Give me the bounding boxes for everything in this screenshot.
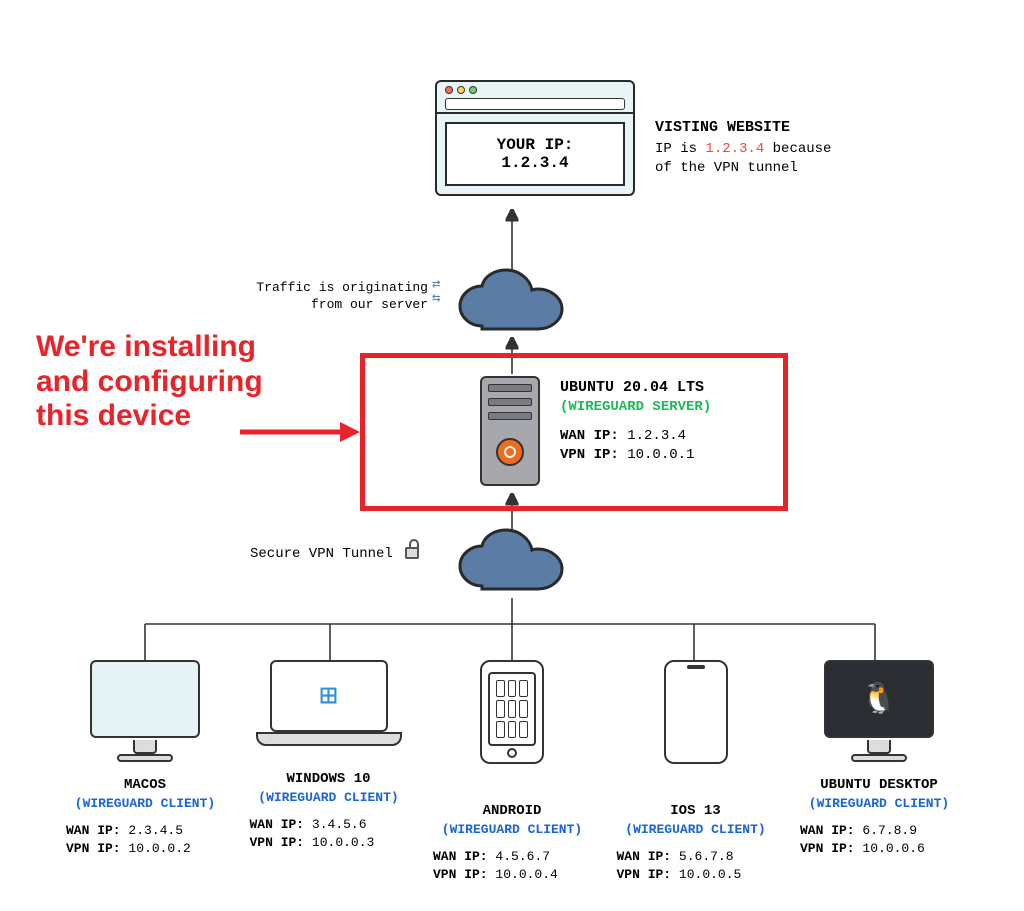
client-ios: IOS 13 (WIREGUARD CLIENT) WAN IP: 5.6.7.… bbox=[611, 660, 781, 884]
installation-callout: We're installing and configuring this de… bbox=[36, 330, 263, 434]
imac-icon bbox=[90, 660, 200, 738]
client-name: MACOS bbox=[60, 776, 230, 795]
website-browser-window: YOUR IP: 1.2.3.4 bbox=[435, 80, 635, 196]
client-macos: MACOS (WIREGUARD CLIENT) WAN IP: 2.3.4.5… bbox=[60, 660, 230, 884]
url-bar bbox=[445, 98, 625, 110]
client-role: (WIREGUARD CLIENT) bbox=[611, 821, 781, 839]
tux-logo-icon: 🐧 bbox=[826, 662, 932, 740]
client-vpn-ip: 10.0.0.6 bbox=[862, 841, 924, 856]
browser-ip-value: 1.2.3.4 bbox=[453, 154, 617, 172]
client-role: (WIREGUARD CLIENT) bbox=[244, 789, 414, 807]
laptop-icon: ⊞ bbox=[270, 660, 388, 732]
client-vpn-ip: 10.0.0.3 bbox=[312, 835, 374, 850]
server-role: (WIREGUARD SERVER) bbox=[560, 398, 711, 417]
client-windows: ⊞ WINDOWS 10 (WIREGUARD CLIENT) WAN IP: … bbox=[244, 660, 414, 884]
windows-logo-icon: ⊞ bbox=[272, 662, 386, 734]
server-vpn-ip: 10.0.0.1 bbox=[627, 447, 694, 463]
client-vpn-ip: 10.0.0.2 bbox=[128, 841, 190, 856]
client-wan-ip: 2.3.4.5 bbox=[128, 823, 183, 838]
window-controls bbox=[445, 86, 625, 94]
maximize-icon bbox=[469, 86, 477, 94]
callout-arrow-icon bbox=[240, 422, 360, 442]
browser-ip-label: YOUR IP: bbox=[453, 136, 617, 154]
lock-icon bbox=[405, 547, 419, 559]
server-wan-ip: 1.2.3.4 bbox=[627, 428, 686, 444]
vpn-tunnel-label: Secure VPN Tunnel bbox=[250, 546, 419, 562]
website-annotation-title: VISTING WEBSITE bbox=[655, 118, 831, 138]
apple-logo-icon bbox=[666, 662, 726, 762]
website-annotation: VISTING WEBSITE IP is 1.2.3.4 because of… bbox=[655, 118, 831, 178]
client-name: UBUNTU DESKTOP bbox=[794, 776, 964, 795]
client-wan-ip: 4.5.6.7 bbox=[495, 849, 550, 864]
close-icon bbox=[445, 86, 453, 94]
client-wan-ip: 3.4.5.6 bbox=[312, 817, 367, 832]
cloud-icon bbox=[452, 526, 572, 609]
highlighted-ip: 1.2.3.4 bbox=[705, 141, 764, 157]
client-name: WINDOWS 10 bbox=[244, 770, 414, 789]
client-name: ANDROID bbox=[427, 802, 597, 821]
client-vpn-ip: 10.0.0.4 bbox=[495, 867, 557, 882]
client-role: (WIREGUARD CLIENT) bbox=[60, 795, 230, 813]
server-info: UBUNTU 20.04 LTS (WIREGUARD SERVER) WAN … bbox=[560, 378, 711, 465]
server-icon bbox=[480, 376, 540, 486]
client-ubuntu-desktop: 🐧 UBUNTU DESKTOP (WIREGUARD CLIENT) WAN … bbox=[794, 660, 964, 884]
client-wan-ip: 5.6.7.8 bbox=[679, 849, 734, 864]
client-role: (WIREGUARD CLIENT) bbox=[794, 795, 964, 813]
minimize-icon bbox=[457, 86, 465, 94]
clients-row: MACOS (WIREGUARD CLIENT) WAN IP: 2.3.4.5… bbox=[60, 660, 964, 884]
android-phone-icon bbox=[480, 660, 544, 764]
bidirectional-arrows-icon: ⇄⇆ bbox=[432, 278, 440, 306]
client-android: ANDROID (WIREGUARD CLIENT) WAN IP: 4.5.6… bbox=[427, 660, 597, 884]
desktop-monitor-icon: 🐧 bbox=[824, 660, 934, 738]
client-name: IOS 13 bbox=[611, 802, 781, 821]
cloud-icon bbox=[452, 266, 572, 349]
client-vpn-ip: 10.0.0.5 bbox=[679, 867, 741, 882]
ubuntu-logo-icon bbox=[496, 438, 524, 466]
iphone-icon bbox=[664, 660, 728, 764]
traffic-origin-label: Traffic is originating from our server bbox=[228, 280, 428, 314]
client-role: (WIREGUARD CLIENT) bbox=[427, 821, 597, 839]
server-os: UBUNTU 20.04 LTS bbox=[560, 378, 711, 398]
client-wan-ip: 6.7.8.9 bbox=[862, 823, 917, 838]
